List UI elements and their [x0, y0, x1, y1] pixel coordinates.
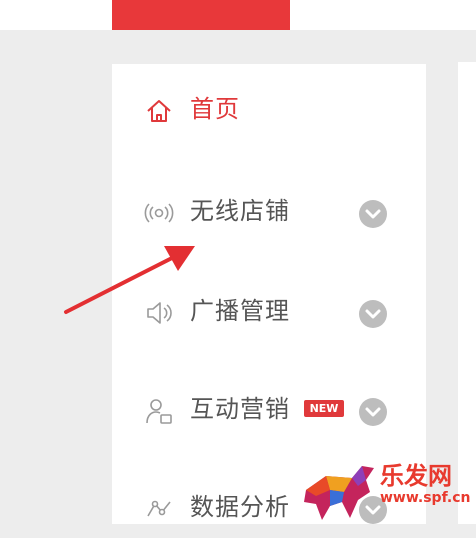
chevron-down-icon[interactable] — [359, 398, 387, 426]
watermark: 乐发网 www.spf.cn — [300, 452, 476, 524]
sidebar-item-home[interactable]: 首页 — [112, 80, 426, 140]
watermark-url: www.spf.cn — [380, 490, 471, 506]
watermark-title: 乐发网 — [380, 461, 452, 490]
active-top-tab[interactable] — [112, 0, 290, 30]
bull-logo-icon — [304, 466, 374, 520]
sidebar-item-label: 数据分析 — [190, 493, 290, 521]
speaker-icon — [144, 298, 174, 328]
new-badge: NEW — [304, 400, 344, 417]
sidebar-item-interactive-marketing[interactable]: 互动营销 NEW — [112, 380, 426, 440]
wireless-icon — [144, 198, 174, 228]
chevron-down-icon[interactable] — [359, 200, 387, 228]
sidebar-item-broadcast[interactable]: 广播管理 — [112, 282, 426, 342]
sidebar-item-label: 广播管理 — [190, 297, 290, 325]
sidebar-item-wireless-store[interactable]: 无线店铺 — [112, 182, 426, 242]
sidebar-item-label: 无线店铺 — [190, 197, 290, 225]
user-interact-icon — [144, 396, 174, 426]
sidebar-item-label: 互动营销 — [190, 395, 290, 423]
chart-icon — [144, 494, 174, 524]
home-icon — [144, 96, 174, 126]
chevron-down-icon[interactable] — [359, 300, 387, 328]
sidebar-item-label: 首页 — [190, 95, 240, 123]
